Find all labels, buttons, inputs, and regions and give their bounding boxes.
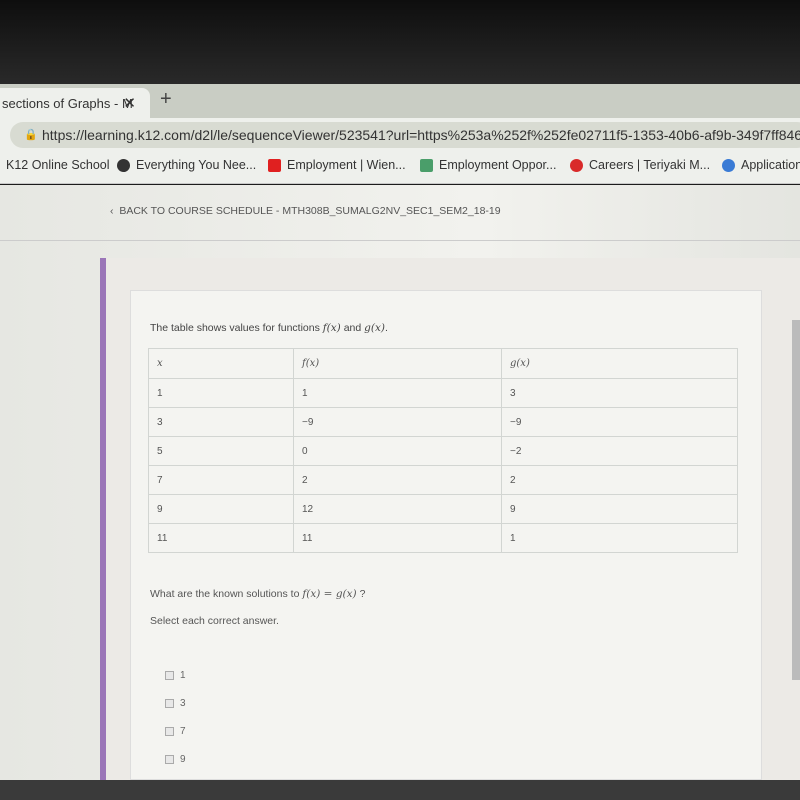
checkbox[interactable] [165, 755, 174, 764]
back-link-text: BACK TO COURSE SCHEDULE - MTH308B_SUMALG… [119, 205, 501, 217]
address-bar[interactable]: 🔒 https://learning.k12.com/d2l/le/sequenc… [10, 122, 800, 148]
bookmark-label: Careers | Teriyaki M... [589, 158, 711, 172]
divider [0, 240, 800, 241]
option-7[interactable]: 7 [165, 726, 186, 737]
bookmark-label: Application [741, 158, 800, 172]
bookmark-employment-oppor[interactable]: Employment Oppor... [420, 158, 556, 172]
bookmark-icon [420, 158, 433, 172]
checkbox[interactable] [165, 699, 174, 708]
cell: 11 [293, 523, 502, 553]
checkbox[interactable] [165, 671, 174, 680]
cell: 2 [293, 465, 502, 495]
bookmark-icon [117, 158, 130, 172]
address-bar-area: 🔒 https://learning.k12.com/d2l/le/sequenc… [0, 118, 800, 152]
cell: 1 [293, 378, 502, 408]
table-header: x f(x) g(x) [148, 348, 738, 379]
cell: 9 [148, 494, 294, 524]
table-row: 5 0 −2 [148, 436, 738, 466]
question-prompt: What are the known solutions to f(x) = g… [150, 588, 366, 600]
cell: 7 [148, 465, 294, 495]
cell: −9 [293, 407, 502, 437]
checkbox[interactable] [165, 727, 174, 736]
table-row: 9 12 9 [148, 494, 738, 524]
back-to-course-link[interactable]: ‹ BACK TO COURSE SCHEDULE - MTH308B_SUMA… [110, 205, 501, 217]
screen-bezel [0, 780, 800, 800]
new-tab-button[interactable]: + [160, 88, 172, 111]
bookmark-label: Employment | Wien... [287, 158, 406, 172]
table-row: 3 −9 −9 [148, 407, 738, 437]
values-table: x f(x) g(x) 113 3 −9 −9 5 0 −2 722 9 12 9 11 11… [148, 348, 738, 553]
bookmark-k12[interactable]: K12 Online School [6, 158, 110, 172]
tab-bar: sections of Graphs - M ✕ + [0, 84, 800, 118]
tab-title: sections of Graphs - M [2, 96, 133, 111]
bookmark-employment-wien[interactable]: Employment | Wien... [268, 158, 406, 172]
cell: 3 [148, 407, 294, 437]
photo-background [0, 0, 800, 86]
header-x: x [148, 348, 294, 379]
bookmark-icon [268, 158, 281, 172]
cell: 2 [501, 465, 738, 495]
cell: 1 [501, 523, 738, 553]
bookmark-icon [570, 158, 583, 172]
cell: 9 [501, 494, 738, 524]
question-intro: The table shows values for functions f(x… [150, 322, 388, 334]
header-g: g(x) [501, 348, 738, 379]
cell: 1 [148, 378, 294, 408]
cell: 12 [293, 494, 502, 524]
option-9[interactable]: 9 [165, 754, 186, 765]
browser-tab[interactable]: sections of Graphs - M ✕ [0, 88, 150, 118]
table-row: 11 11 1 [148, 523, 738, 553]
cell: 0 [293, 436, 502, 466]
cell: 3 [501, 378, 738, 408]
cell: −2 [501, 436, 738, 466]
option-3[interactable]: 3 [165, 698, 186, 709]
instruction: Select each correct answer. [150, 615, 279, 627]
bookmark-label: Employment Oppor... [439, 158, 557, 172]
url-text: https://learning.k12.com/d2l/le/sequence… [42, 127, 800, 143]
bookmark-label: Everything You Nee... [136, 158, 257, 172]
header-f: f(x) [293, 348, 502, 379]
bookmark-label: K12 Online School [6, 158, 110, 172]
bookmark-everything[interactable]: Everything You Nee... [117, 158, 256, 172]
table-row: 722 [148, 465, 738, 495]
cell: 5 [148, 436, 294, 466]
cell: −9 [501, 407, 738, 437]
bookmarks-bar: K12 Online School Everything You Nee... … [0, 152, 800, 184]
close-tab-icon[interactable]: ✕ [123, 94, 136, 112]
option-1[interactable]: 1 [165, 670, 186, 681]
bookmark-application[interactable]: Application [722, 158, 800, 172]
lightbulb-icon [722, 158, 735, 172]
bookmark-careers[interactable]: Careers | Teriyaki M... [570, 158, 710, 172]
scrollbar[interactable] [792, 320, 800, 680]
cell: 11 [148, 523, 294, 553]
lock-icon: 🔒 [24, 129, 38, 141]
table-row: 113 [148, 378, 738, 408]
